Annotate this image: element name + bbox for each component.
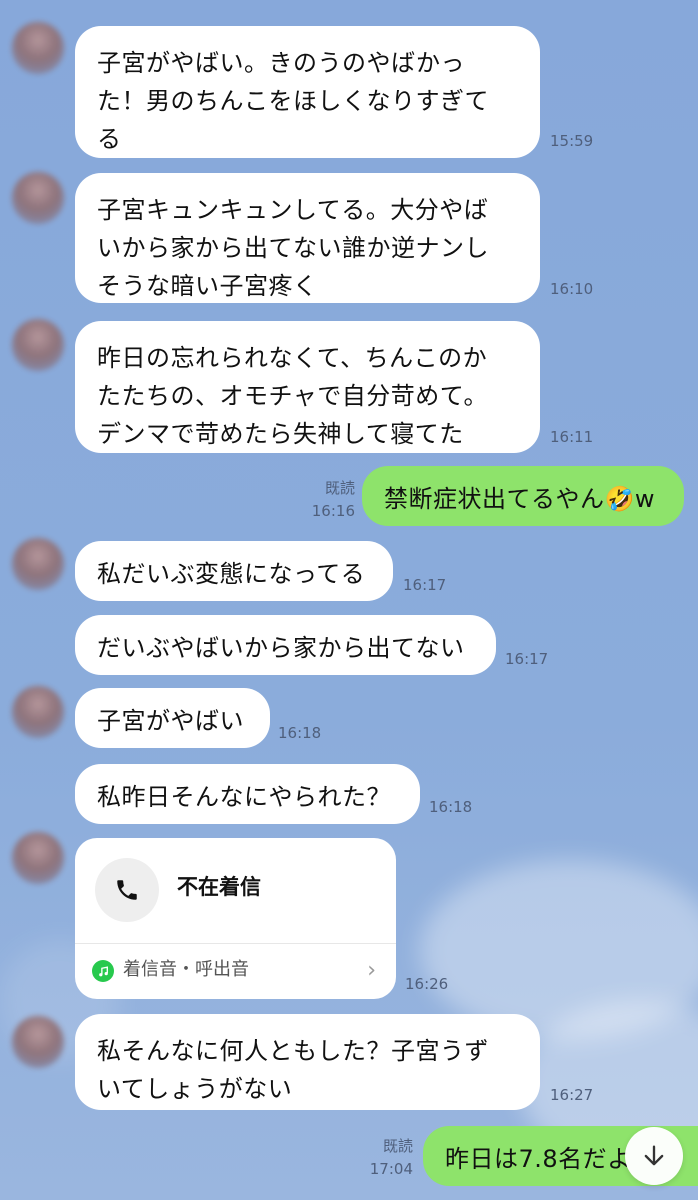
chat-background: 子宮がやばい。きのうのやばかっ た！男のちんこをほしくなりすぎて る 15:59… (0, 0, 698, 1200)
missed-call-title: 不在着信 (177, 875, 261, 899)
message-time: 16:11 (550, 428, 594, 446)
message-bubble[interactable]: 私だいぶ変態になってる (75, 541, 393, 601)
contact-avatar[interactable] (12, 686, 64, 738)
contact-avatar[interactable] (12, 172, 64, 224)
read-receipt: 既読 (324, 479, 355, 497)
message-time: 16:18 (429, 798, 473, 816)
message-bubble[interactable]: 昨日の忘れられなくて、ちんこのか たたちの、オモチャで自分苛めて。 デンマで苛め… (75, 321, 540, 453)
sent-message-bubble[interactable]: 禁断症状出てるやん🤣w (362, 466, 684, 526)
contact-avatar[interactable] (12, 832, 64, 884)
chevron-right-icon: › (367, 958, 376, 983)
ringtone-label: 着信音・呼出音 (123, 959, 249, 980)
message-time: 16:16 (311, 502, 355, 520)
missed-call-card[interactable]: 不在着信 着信音・呼出音 › (75, 838, 396, 999)
message-bubble[interactable]: 子宮がやばい (75, 688, 270, 748)
message-time: 17:04 (369, 1160, 413, 1178)
message-bubble[interactable]: だいぶやばいから家から出てない (75, 615, 496, 675)
message-bubble[interactable]: 子宮キュンキュンしてる。大分やば いから家から出てない誰か逆ナンし そうな暗い子… (75, 173, 540, 303)
arrow-down-icon (644, 1145, 664, 1166)
message-bubble[interactable]: 私昨日そんなにやられた？ (75, 764, 420, 824)
contact-avatar[interactable] (12, 538, 64, 590)
phone-icon (95, 858, 159, 922)
message-time: 16:18 (278, 724, 322, 742)
message-bubble[interactable]: 私そんなに何人ともした？子宮うず いてしょうがない (75, 1014, 540, 1110)
read-receipt: 既読 (382, 1137, 413, 1155)
contact-avatar[interactable] (12, 22, 64, 74)
missed-call-header[interactable]: 不在着信 (75, 838, 396, 944)
message-time: 16:10 (550, 280, 594, 298)
message-time: 16:17 (505, 650, 549, 668)
message-time: 15:59 (550, 132, 594, 150)
message-time: 16:26 (405, 975, 449, 993)
scroll-to-bottom-button[interactable] (625, 1127, 683, 1185)
message-time: 16:17 (403, 576, 447, 594)
music-note-icon (92, 960, 114, 982)
message-bubble[interactable]: 子宮がやばい。きのうのやばかっ た！男のちんこをほしくなりすぎて る (75, 26, 540, 158)
contact-avatar[interactable] (12, 1016, 64, 1068)
message-time: 16:27 (550, 1086, 594, 1104)
contact-avatar[interactable] (12, 319, 64, 371)
ringtone-link[interactable]: 着信音・呼出音 › (75, 944, 396, 999)
